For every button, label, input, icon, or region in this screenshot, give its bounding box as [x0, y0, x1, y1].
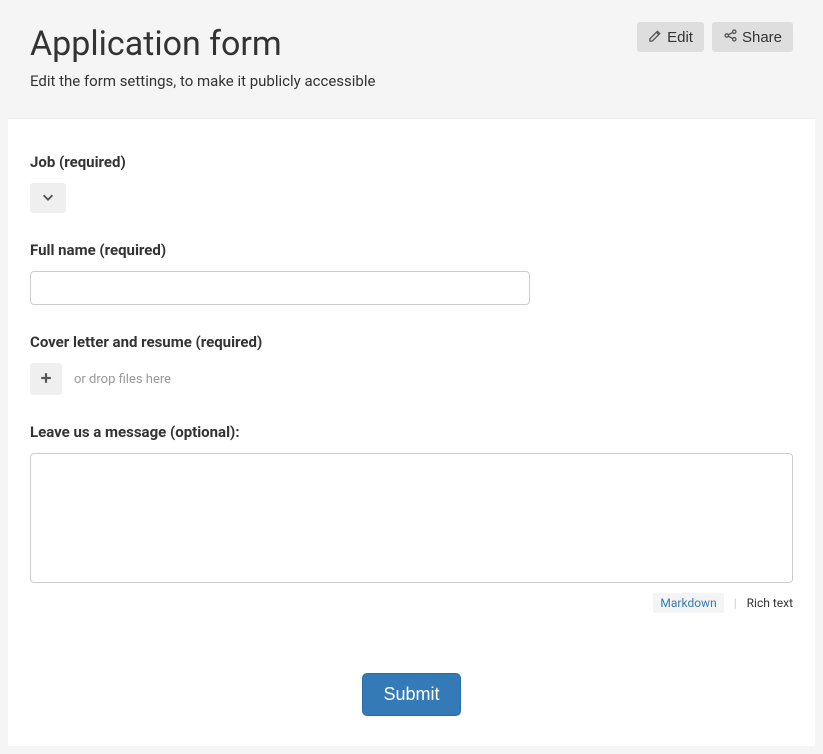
page-subtitle: Edit the form settings, to make it publi…: [30, 72, 375, 90]
form-card: Job (required) Full name (required) Cove…: [8, 118, 815, 746]
page-title: Application form: [30, 24, 375, 64]
plus-icon: [39, 371, 53, 388]
chevron-down-icon: [41, 190, 55, 207]
share-icon: [723, 28, 738, 46]
page-header: Application form Edit the form settings,…: [8, 8, 815, 118]
full-name-label: Full name (required): [30, 241, 793, 259]
edit-button[interactable]: Edit: [637, 22, 704, 52]
job-dropdown[interactable]: [30, 183, 66, 213]
share-button[interactable]: Share: [712, 22, 793, 52]
cover-label: Cover letter and resume (required): [30, 333, 793, 351]
job-label: Job (required): [30, 153, 793, 171]
edit-button-label: Edit: [667, 30, 693, 45]
share-button-label: Share: [742, 30, 782, 45]
upload-hint: or drop files here: [74, 372, 171, 387]
message-textarea[interactable]: [30, 453, 793, 583]
separator: |: [734, 596, 737, 610]
upload-button[interactable]: [30, 363, 62, 395]
message-label: Leave us a message (optional):: [30, 423, 793, 441]
pencil-icon: [648, 28, 663, 46]
markdown-toggle[interactable]: Markdown: [653, 593, 723, 613]
richtext-toggle[interactable]: Rich text: [747, 596, 793, 610]
full-name-input[interactable]: [30, 271, 530, 305]
submit-button[interactable]: Submit: [362, 673, 460, 716]
